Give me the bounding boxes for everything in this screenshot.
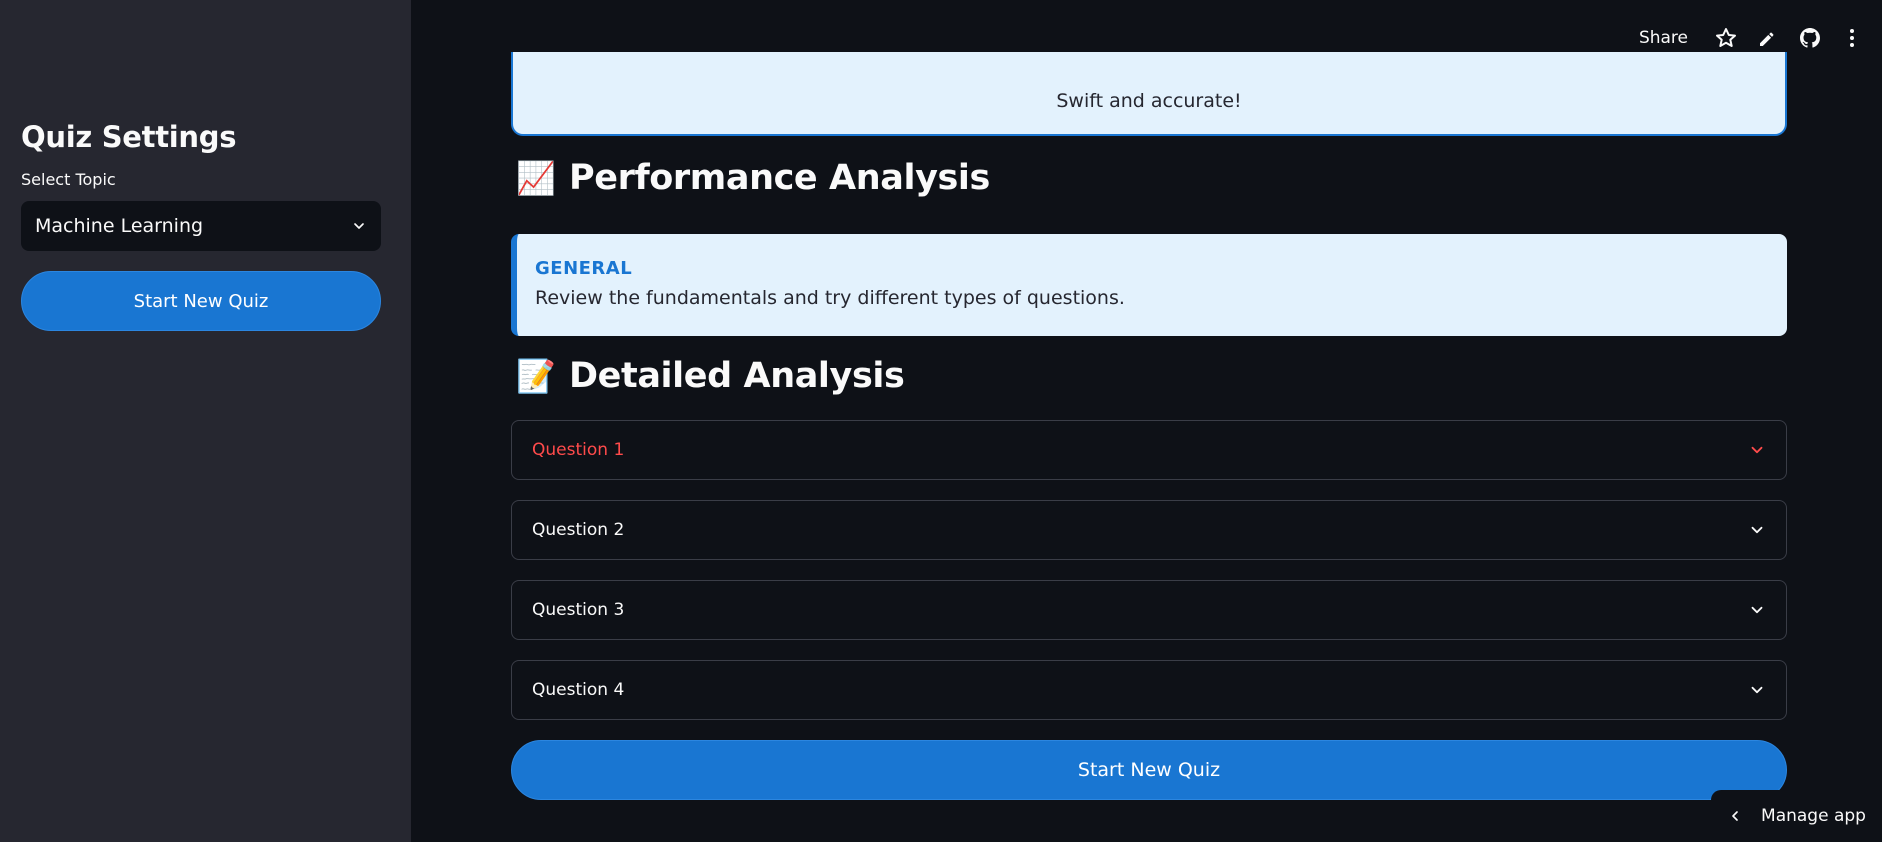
banner-text: Swift and accurate! bbox=[1056, 90, 1242, 112]
manage-app-label: Manage app bbox=[1761, 806, 1866, 826]
question-2-label: Question 2 bbox=[532, 520, 625, 540]
question-3-expander[interactable]: Question 3 bbox=[511, 580, 1787, 640]
question-4-label: Question 4 bbox=[532, 680, 625, 700]
performance-heading: 📈 Performance Analysis bbox=[516, 158, 990, 198]
chevron-down-icon bbox=[354, 223, 364, 229]
chevron-down-icon bbox=[1751, 686, 1763, 694]
sidebar: Quiz Settings Select Topic Machine Learn… bbox=[0, 0, 411, 842]
performance-info-box: GENERAL Review the fundamentals and try … bbox=[511, 234, 1787, 336]
chevron-down-icon bbox=[1751, 606, 1763, 614]
detailed-title: Detailed Analysis bbox=[569, 356, 905, 396]
question-4-expander[interactable]: Question 4 bbox=[511, 660, 1787, 720]
sidebar-start-quiz-button[interactable]: Start New Quiz bbox=[21, 271, 381, 331]
question-1-expander[interactable]: Question 1 bbox=[511, 420, 1787, 480]
toolbar: Share bbox=[1639, 26, 1864, 50]
chevron-down-icon bbox=[1751, 446, 1763, 454]
manage-app-button[interactable]: Manage app bbox=[1711, 790, 1882, 842]
performance-message: Review the fundamentals and try differen… bbox=[535, 287, 1125, 309]
topic-select-value: Machine Learning bbox=[35, 215, 204, 237]
pencil-icon[interactable] bbox=[1756, 26, 1780, 50]
detailed-heading: 📝 Detailed Analysis bbox=[516, 356, 905, 396]
memo-icon: 📝 bbox=[516, 357, 556, 395]
more-vertical-icon[interactable] bbox=[1840, 26, 1864, 50]
chevron-down-icon bbox=[1751, 526, 1763, 534]
performance-category: GENERAL bbox=[535, 258, 633, 279]
question-3-label: Question 3 bbox=[532, 600, 625, 620]
github-icon[interactable] bbox=[1798, 26, 1822, 50]
question-1-label: Question 1 bbox=[532, 440, 625, 460]
topic-select[interactable]: Machine Learning bbox=[21, 201, 381, 251]
share-button[interactable]: Share bbox=[1639, 28, 1688, 48]
sidebar-title: Quiz Settings bbox=[21, 120, 237, 154]
performance-title: Performance Analysis bbox=[569, 158, 990, 198]
main-start-quiz-button[interactable]: Start New Quiz bbox=[511, 740, 1787, 800]
question-2-expander[interactable]: Question 2 bbox=[511, 500, 1787, 560]
chart-increasing-icon: 📈 bbox=[516, 159, 556, 197]
result-banner: Swift and accurate! bbox=[511, 52, 1787, 136]
star-icon[interactable] bbox=[1714, 26, 1738, 50]
topic-label: Select Topic bbox=[21, 170, 116, 189]
chevron-left-icon bbox=[1732, 811, 1738, 821]
